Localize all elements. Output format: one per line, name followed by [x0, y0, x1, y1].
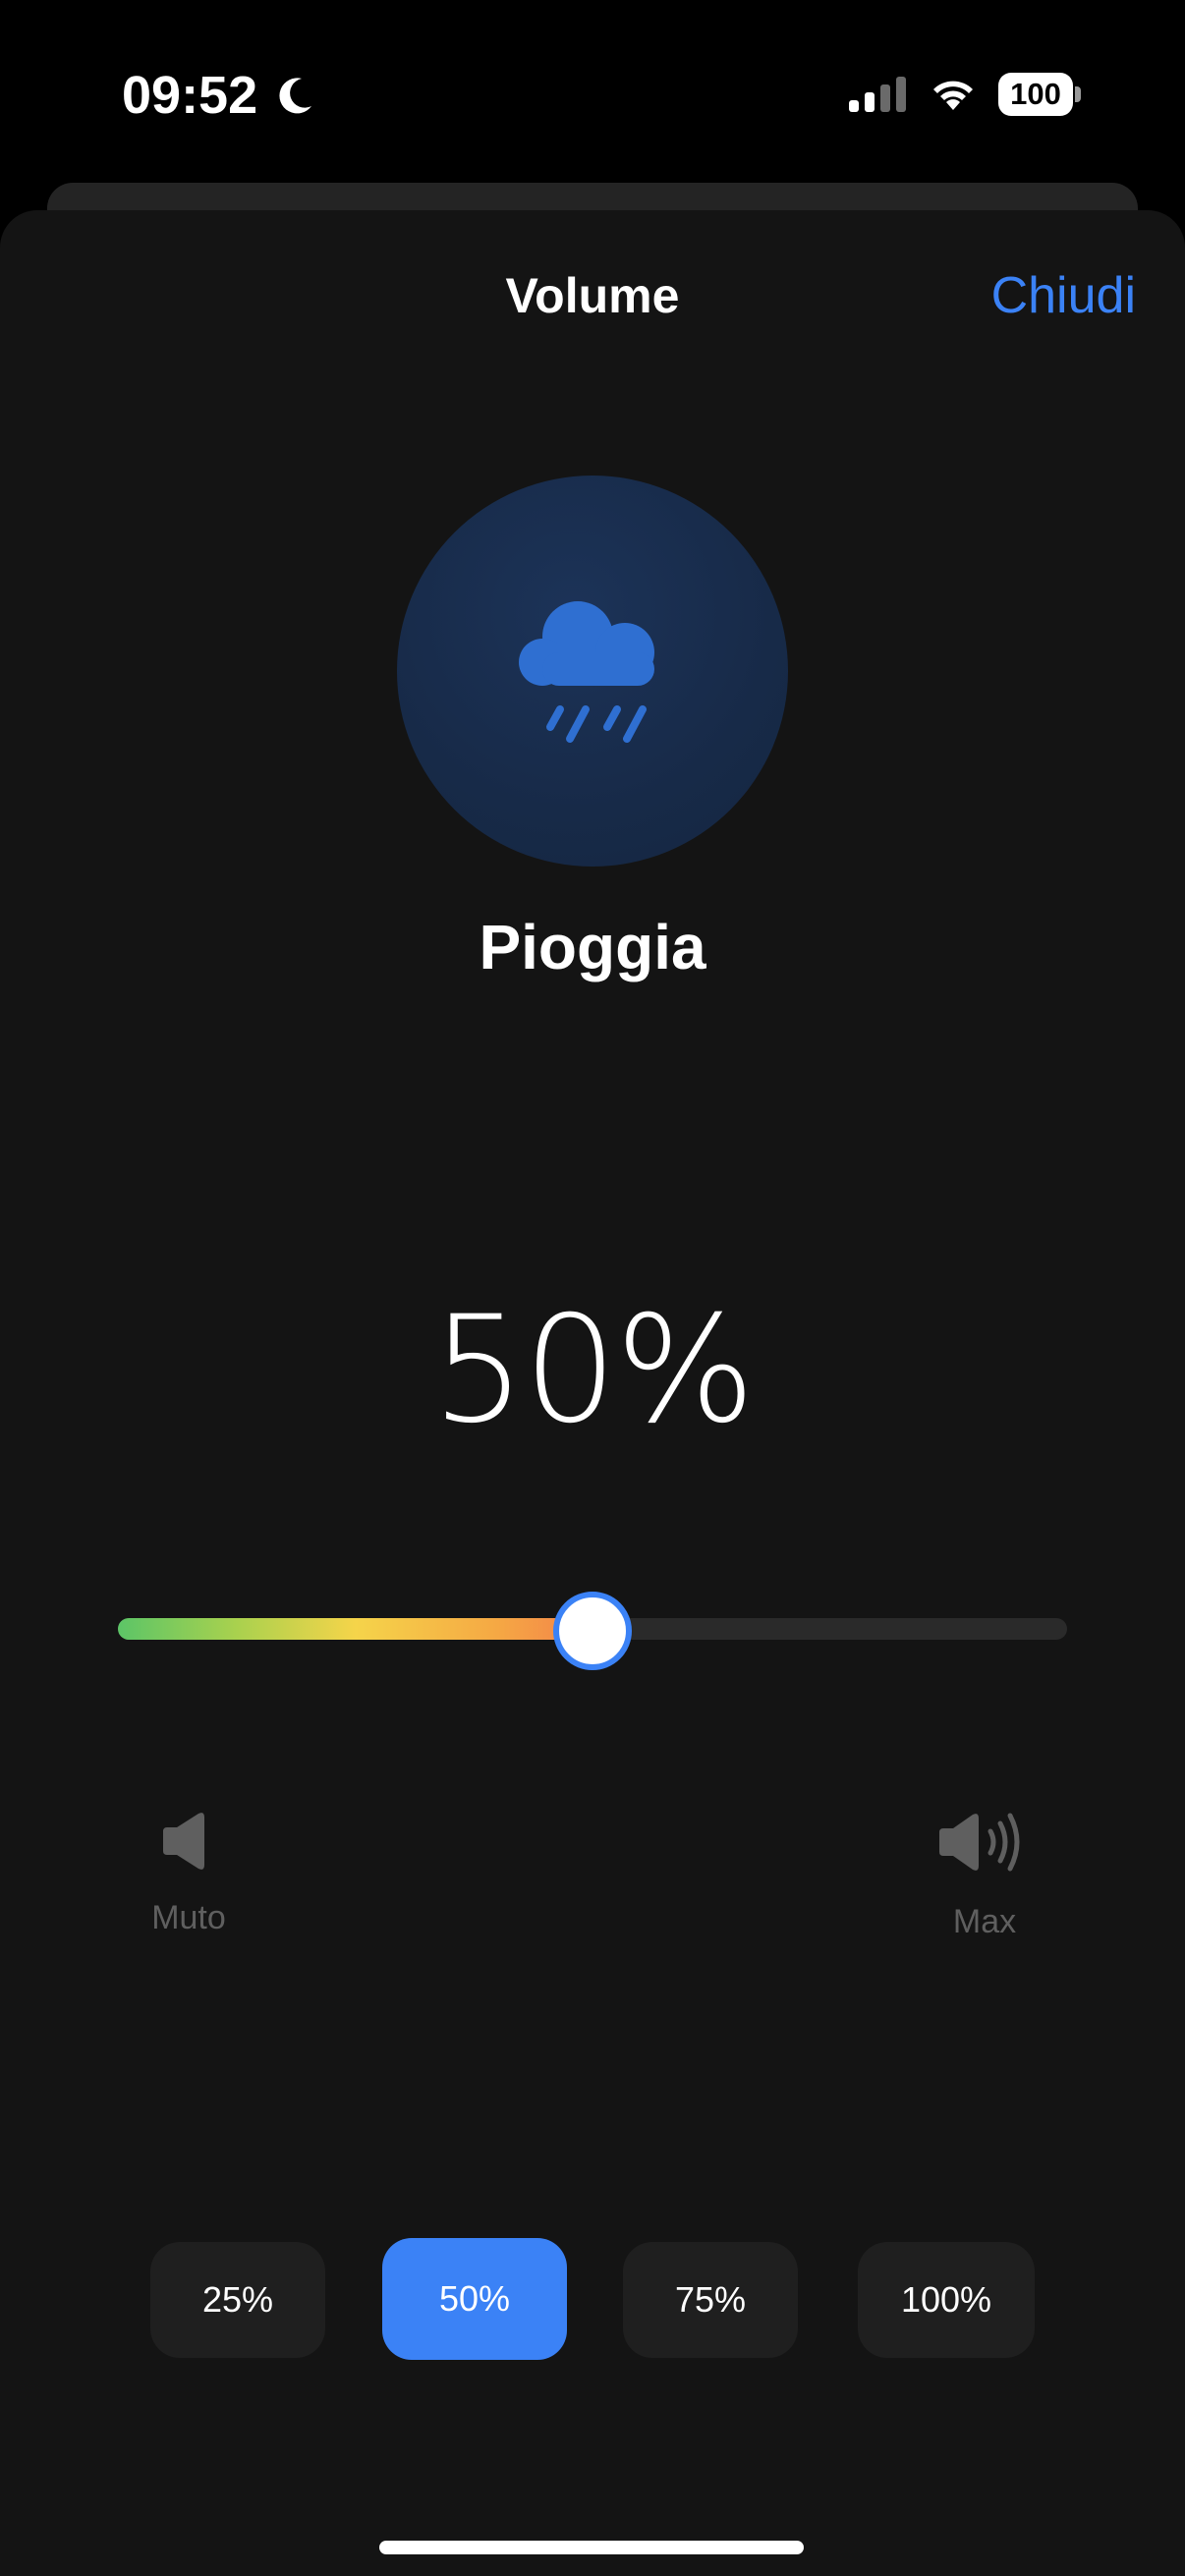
close-button[interactable]: Chiudi — [991, 261, 1136, 330]
status-bar: 09:52 100 — [0, 0, 1185, 187]
volume-percentage: 50% — [431, 1285, 755, 1456]
signal-icon — [849, 77, 906, 112]
speaker-mute-icon[interactable] — [159, 1810, 218, 1873]
preset-50-button[interactable]: 50% — [382, 2238, 567, 2360]
volume-slider-thumb[interactable] — [553, 1592, 632, 1670]
wifi-icon — [933, 81, 973, 110]
max-label: Max — [952, 1903, 1017, 1940]
home-indicator[interactable] — [379, 2541, 804, 2554]
preset-100-button[interactable]: 100% — [858, 2242, 1035, 2358]
battery-tip — [1075, 86, 1081, 102]
preset-75-button[interactable]: 75% — [623, 2242, 798, 2358]
volume-slider-fill — [118, 1618, 592, 1640]
preset-25-button[interactable]: 25% — [150, 2242, 325, 2358]
speaker-max-icon[interactable] — [937, 1808, 1032, 1876]
moon-icon — [279, 78, 311, 114]
mute-label: Muto — [151, 1899, 226, 1936]
battery-level: 100 — [1010, 77, 1061, 111]
sound-name: Pioggia — [479, 912, 706, 982]
status-time: 09:52 — [122, 66, 258, 125]
rain-cloud-icon — [519, 601, 654, 743]
battery-indicator: 100 — [998, 73, 1081, 116]
